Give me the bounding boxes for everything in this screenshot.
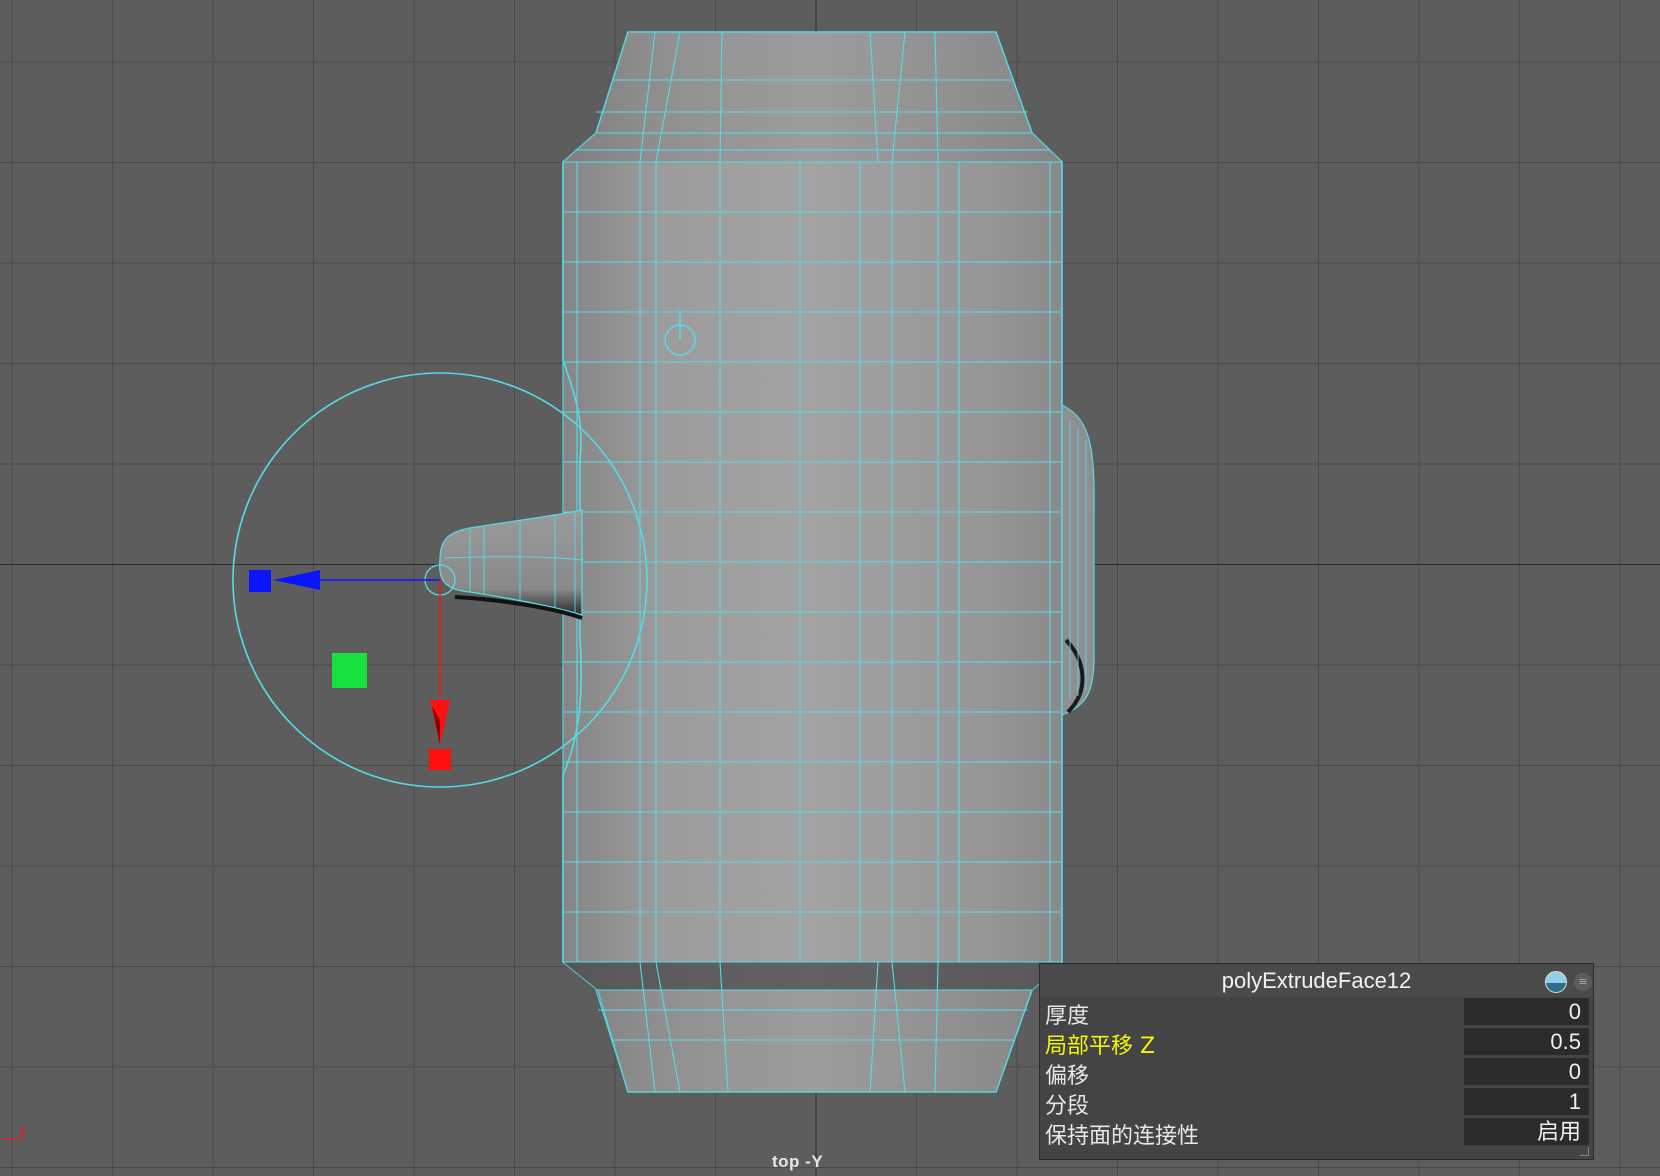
x-axis-handle[interactable] [429,749,451,770]
extruded-spout[interactable] [439,509,583,620]
camera-label: top -Y [772,1152,824,1171]
attr-label: 保持面的连接性 [1045,1124,1200,1149]
attr-row-keep-faces-together[interactable]: 保持面的连接性 启用 [1040,1117,1593,1149]
attr-label: 分段 [1045,1094,1090,1119]
attr-row-divisions[interactable]: 分段 1 [1040,1087,1593,1119]
attr-row-local-translate-z[interactable]: 局部平移 Z 0.5 [1040,1027,1593,1059]
attr-value-field[interactable]: 0.5 [1464,1028,1589,1055]
mesh-object[interactable] [562,31,1095,1093]
in-view-editor[interactable]: polyExtrudeFace12 ≡ 厚度 0 局部平移 Z 0.5 偏移 0… [1039,963,1594,1160]
z-axis-arrow[interactable] [273,570,320,590]
menu-icon[interactable]: ≡ [1574,973,1592,991]
attr-value-field[interactable]: 0 [1464,998,1589,1025]
axis-x-label: x [20,1122,26,1136]
attr-value-field[interactable]: 1 [1464,1088,1589,1115]
pie-chart-icon[interactable] [1545,971,1567,993]
attr-row-thickness[interactable]: 厚度 0 [1040,997,1593,1029]
z-axis-handle[interactable] [249,570,271,592]
attr-row-offset[interactable]: 偏移 0 [1040,1057,1593,1089]
node-name: polyExtrudeFace12 [1221,968,1412,993]
attr-value-field[interactable]: 0 [1464,1058,1589,1085]
attr-label: 局部平移 Z [1045,1034,1156,1059]
plane-handle[interactable] [332,653,367,688]
attr-label: 偏移 [1045,1064,1090,1089]
attr-value-field[interactable]: 启用 [1464,1118,1589,1145]
panel-header[interactable]: polyExtrudeFace12 ≡ [1040,964,1593,997]
attr-label: 厚度 [1045,1004,1090,1029]
resize-grip-icon[interactable] [1580,1147,1589,1156]
